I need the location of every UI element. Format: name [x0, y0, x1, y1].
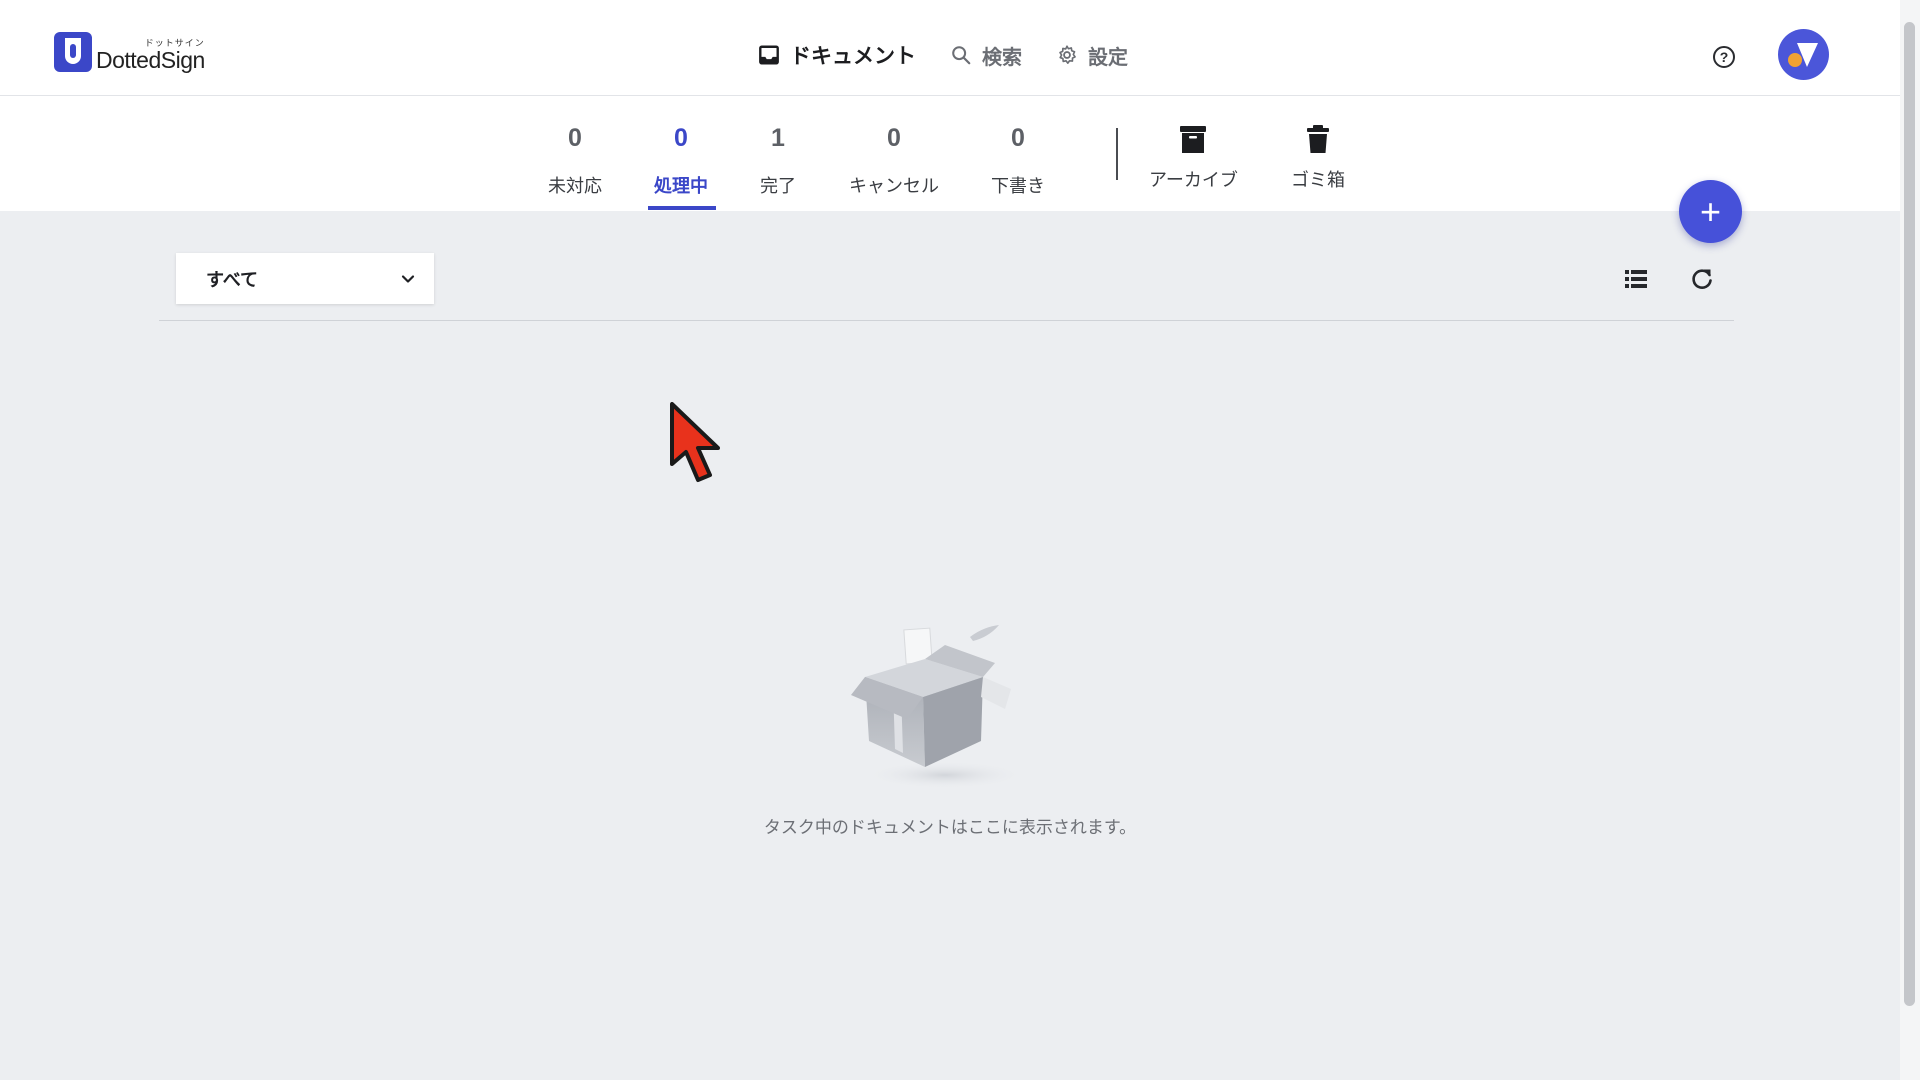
tab-cancelled[interactable]: 0 キャンセル — [849, 126, 939, 198]
logo-kana: ドットサイン — [144, 38, 205, 48]
tab-in-progress-count: 0 — [674, 124, 688, 152]
chevron-down-icon — [401, 274, 415, 283]
logo-mark-icon — [54, 32, 92, 72]
tab-completed[interactable]: 1 完了 — [760, 126, 796, 198]
refresh-icon[interactable] — [1689, 266, 1715, 292]
active-tab-indicator — [648, 206, 716, 210]
status-tabs-bar: 0 未対応 0 処理中 1 完了 0 キャンセル 0 下書き アーカイブ ゴミ箱 — [0, 96, 1900, 211]
avatar-icon — [1788, 43, 1818, 67]
user-avatar[interactable] — [1778, 29, 1829, 80]
list-view-icon[interactable] — [1623, 266, 1649, 292]
nav-search[interactable]: 検索 — [950, 41, 1022, 70]
help-icon[interactable]: ? — [1713, 46, 1735, 68]
tab-pending[interactable]: 0 未対応 — [548, 126, 602, 198]
top-navigation-bar: ドットサイン DottedSign ドキュメント 検索 設定 ? — [0, 0, 1900, 96]
search-icon — [952, 46, 971, 65]
dottedsign-logo[interactable]: ドットサイン DottedSign — [54, 32, 205, 72]
status-filter-dropdown[interactable]: すべて — [176, 253, 434, 304]
tab-in-progress-label: 処理中 — [654, 176, 708, 196]
tab-trash[interactable]: ゴミ箱 — [1291, 124, 1345, 192]
gear-icon — [1059, 45, 1076, 64]
tab-in-progress[interactable]: 0 処理中 — [654, 126, 708, 198]
tab-cancelled-count: 0 — [887, 124, 901, 152]
empty-box-illustration — [851, 625, 1025, 789]
tabs-separator — [1116, 128, 1118, 180]
tab-drafts-count: 0 — [1011, 124, 1025, 152]
nav-settings-label: 設定 — [1088, 46, 1128, 69]
tab-trash-label: ゴミ箱 — [1291, 170, 1345, 190]
add-document-button[interactable]: + — [1679, 180, 1742, 243]
toolbar-divider — [159, 320, 1734, 321]
tab-drafts-label: 下書き — [991, 176, 1045, 196]
tab-drafts[interactable]: 0 下書き — [991, 126, 1045, 198]
logo-name: DottedSign — [96, 47, 205, 73]
filter-selected-value: すべて — [206, 269, 259, 290]
tab-completed-label: 完了 — [760, 176, 796, 196]
main-nav: ドキュメント 検索 設定 — [758, 40, 1162, 70]
mouse-pointer-icon — [670, 402, 720, 482]
nav-documents[interactable]: ドキュメント — [758, 40, 916, 70]
nav-settings[interactable]: 設定 — [1056, 41, 1128, 70]
tab-pending-count: 0 — [568, 124, 582, 152]
tab-completed-count: 1 — [771, 124, 785, 152]
tab-archive[interactable]: アーカイブ — [1149, 124, 1238, 192]
tab-pending-label: 未対応 — [548, 176, 602, 196]
nav-documents-label: ドキュメント — [790, 45, 916, 68]
archive-icon — [1180, 126, 1207, 153]
tab-cancelled-label: キャンセル — [849, 176, 939, 196]
inbox-icon — [759, 45, 779, 65]
trash-icon — [1307, 125, 1329, 153]
page-scrollbar-thumb[interactable] — [1904, 22, 1915, 1006]
empty-state-message: タスク中のドキュメントはここに表示されます。 — [763, 818, 1137, 837]
nav-search-label: 検索 — [982, 46, 1022, 69]
tab-archive-label: アーカイブ — [1149, 170, 1238, 190]
